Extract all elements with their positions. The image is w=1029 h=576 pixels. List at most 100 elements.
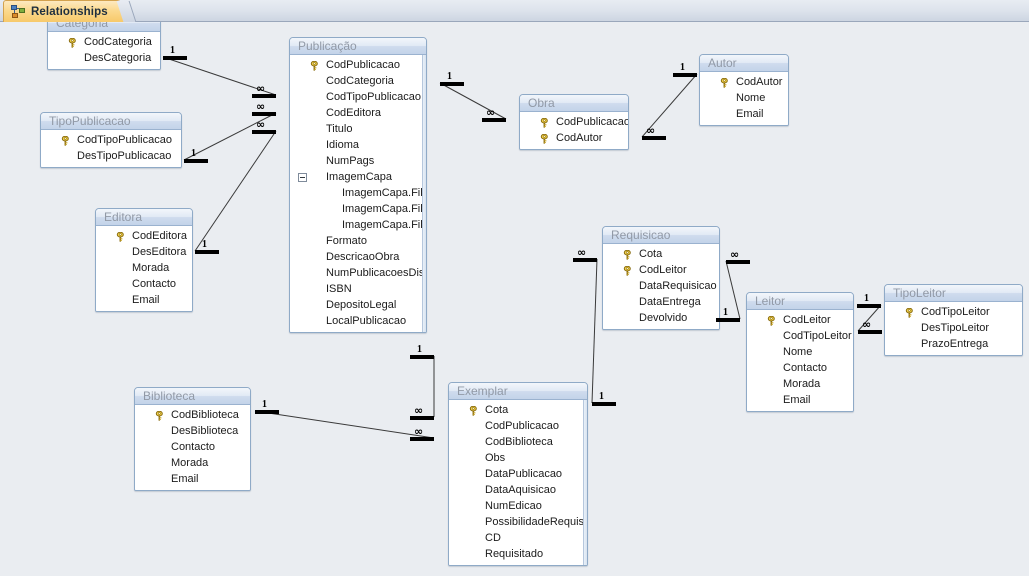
- field-row[interactable]: ImagemCapa.FileType: [290, 217, 426, 233]
- field-row[interactable]: PrazoEntrega: [885, 336, 1022, 352]
- field-row[interactable]: Requisitado: [449, 546, 587, 562]
- table-leitor[interactable]: Leitor CodLeitor CodTipoLeitor Nome Contacto…: [746, 292, 854, 412]
- field-row[interactable]: CD: [449, 530, 587, 546]
- field-row[interactable]: DesTipoLeitor: [885, 320, 1022, 336]
- field-name: CodTipoPublicacao: [77, 134, 172, 146]
- field-row[interactable]: CodLeitor: [603, 262, 719, 278]
- field-row[interactable]: Idioma: [290, 137, 426, 153]
- table-categoria[interactable]: Categoria CodCategoria DesCategoria: [47, 22, 161, 70]
- field-row[interactable]: Email: [96, 292, 192, 308]
- field-row[interactable]: Nome: [700, 90, 788, 106]
- table-biblioteca[interactable]: Biblioteca CodBiblioteca DesBiblioteca Cont…: [134, 387, 251, 491]
- field-name: Contacto: [132, 278, 177, 290]
- field-name: CodPublicacao: [485, 420, 559, 432]
- field-row[interactable]: CodLeitor: [747, 312, 853, 328]
- table-requisicao[interactable]: Requisicao Cota CodLeitor DataRequisicao Dat…: [602, 226, 720, 330]
- field-row[interactable]: CodTipoPublicacao: [290, 89, 426, 105]
- table-tipoleitor[interactable]: TipoLeitor CodTipoLeitor DesTipoLeitor Praz…: [884, 284, 1023, 356]
- field-row[interactable]: Devolvido: [603, 310, 719, 326]
- field-name: ImagemCapa.FileName: [342, 203, 426, 215]
- field-row[interactable]: DesEditora: [96, 244, 192, 260]
- table-editora[interactable]: Editora CodEditora DesEditora Morada Contact…: [95, 208, 193, 312]
- field-row[interactable]: Morada: [747, 376, 853, 392]
- relationships-canvas[interactable]: Categoria CodCategoria DesCategoria TipoPub…: [0, 22, 1029, 576]
- tab-relationships[interactable]: Relationships: [3, 0, 125, 22]
- field-row[interactable]: CodCategoria: [48, 34, 160, 50]
- field-row[interactable]: CodCategoria: [290, 73, 426, 89]
- field-row[interactable]: PossibilidadeRequisitada: [449, 514, 587, 530]
- field-row[interactable]: CodBiblioteca: [135, 407, 250, 423]
- field-row[interactable]: CodTipoLeitor: [747, 328, 853, 344]
- relationship-line[interactable]: [725, 260, 741, 320]
- field-row[interactable]: CodEditora: [96, 228, 192, 244]
- field-row[interactable]: Obs: [449, 450, 587, 466]
- field-row[interactable]: ImagemCapa.FileData: [290, 185, 426, 201]
- table-obra[interactable]: Obra CodPublicacao CodAutor: [519, 94, 629, 150]
- field-row[interactable]: CodTipoPublicacao: [41, 132, 181, 148]
- field-row[interactable]: DescricaoObra: [290, 249, 426, 265]
- field-name: Contacto: [783, 362, 828, 374]
- field-row[interactable]: DataRequisicao: [603, 278, 719, 294]
- relationship-line[interactable]: [194, 130, 277, 252]
- field-row[interactable]: CodPublicacao: [520, 114, 628, 130]
- field-row[interactable]: Morada: [96, 260, 192, 276]
- field-row[interactable]: CodAutor: [700, 74, 788, 90]
- field-row[interactable]: Nome: [747, 344, 853, 360]
- field-row[interactable]: DataEntrega: [603, 294, 719, 310]
- field-row[interactable]: Contacto: [96, 276, 192, 292]
- field-row[interactable]: CodEditora: [290, 105, 426, 121]
- field-row[interactable]: CodTipoLeitor: [885, 304, 1022, 320]
- field-row[interactable]: DepositoLegal: [290, 297, 426, 313]
- field-row[interactable]: ImagemCapa.FileName: [290, 201, 426, 217]
- field-name: CodBiblioteca: [171, 409, 239, 421]
- primary-key-icon: [623, 249, 632, 260]
- field-name: Email: [783, 394, 811, 406]
- table-tipopublicacao[interactable]: TipoPublicacao CodTipoPublicacao DesTipoPu…: [40, 112, 182, 168]
- field-row[interactable]: LocalPublicacao: [290, 313, 426, 329]
- field-name: DesCategoria: [84, 52, 152, 64]
- field-row[interactable]: DataPublicacao: [449, 466, 587, 482]
- field-row[interactable]: DesBiblioteca: [135, 423, 250, 439]
- field-row[interactable]: Email: [135, 471, 250, 487]
- collapse-minus-icon[interactable]: [298, 173, 307, 182]
- field-list-exemplar: Cota CodPublicacao CodBiblioteca Obs DataPub…: [449, 400, 587, 565]
- field-row[interactable]: Cota: [603, 246, 719, 262]
- field-row[interactable]: Contacto: [747, 360, 853, 376]
- field-row[interactable]: DataAquisicao: [449, 482, 587, 498]
- primary-key-icon: [68, 37, 77, 48]
- table-autor[interactable]: Autor CodAutor Nome Email: [699, 54, 789, 126]
- field-row[interactable]: NumPublicacoesDisponiveis: [290, 265, 426, 281]
- table-publicacao[interactable]: Publicação CodPublicacao CodCategoria CodTi…: [289, 37, 427, 333]
- field-row[interactable]: Morada: [135, 455, 250, 471]
- field-row[interactable]: ImagemCapa: [290, 169, 426, 185]
- field-row[interactable]: CodAutor: [520, 130, 628, 146]
- field-row[interactable]: Email: [700, 106, 788, 122]
- field-name: CodCategoria: [326, 75, 394, 87]
- relationship-line[interactable]: [439, 82, 507, 120]
- cardinality-label: 1: [864, 293, 869, 304]
- field-name: Formato: [326, 235, 367, 247]
- field-name: Devolvido: [639, 312, 688, 324]
- field-row[interactable]: ISBN: [290, 281, 426, 297]
- field-row[interactable]: Formato: [290, 233, 426, 249]
- field-row[interactable]: Contacto: [135, 439, 250, 455]
- field-row[interactable]: NumPags: [290, 153, 426, 169]
- field-row[interactable]: Cota: [449, 402, 587, 418]
- relationship-line[interactable]: [254, 410, 435, 439]
- table-title-leitor: Leitor: [747, 293, 853, 310]
- relationship-line[interactable]: [591, 258, 598, 404]
- table-exemplar[interactable]: Exemplar Cota CodPublicacao CodBiblioteca Ob…: [448, 382, 588, 566]
- table-scroll-strip[interactable]: [583, 400, 587, 565]
- field-name: Cota: [639, 248, 663, 260]
- field-row[interactable]: CodPublicacao: [449, 418, 587, 434]
- field-name: DataAquisicao: [485, 484, 556, 496]
- field-row[interactable]: NumEdicao: [449, 498, 587, 514]
- field-row[interactable]: DesCategoria: [48, 50, 160, 66]
- field-name: DescricaoObra: [326, 251, 400, 263]
- field-row[interactable]: CodBiblioteca: [449, 434, 587, 450]
- table-scroll-strip[interactable]: [422, 55, 426, 332]
- field-row[interactable]: CodPublicacao: [290, 57, 426, 73]
- field-row[interactable]: Email: [747, 392, 853, 408]
- field-row[interactable]: DesTipoPublicacao: [41, 148, 181, 164]
- field-row[interactable]: Titulo: [290, 121, 426, 137]
